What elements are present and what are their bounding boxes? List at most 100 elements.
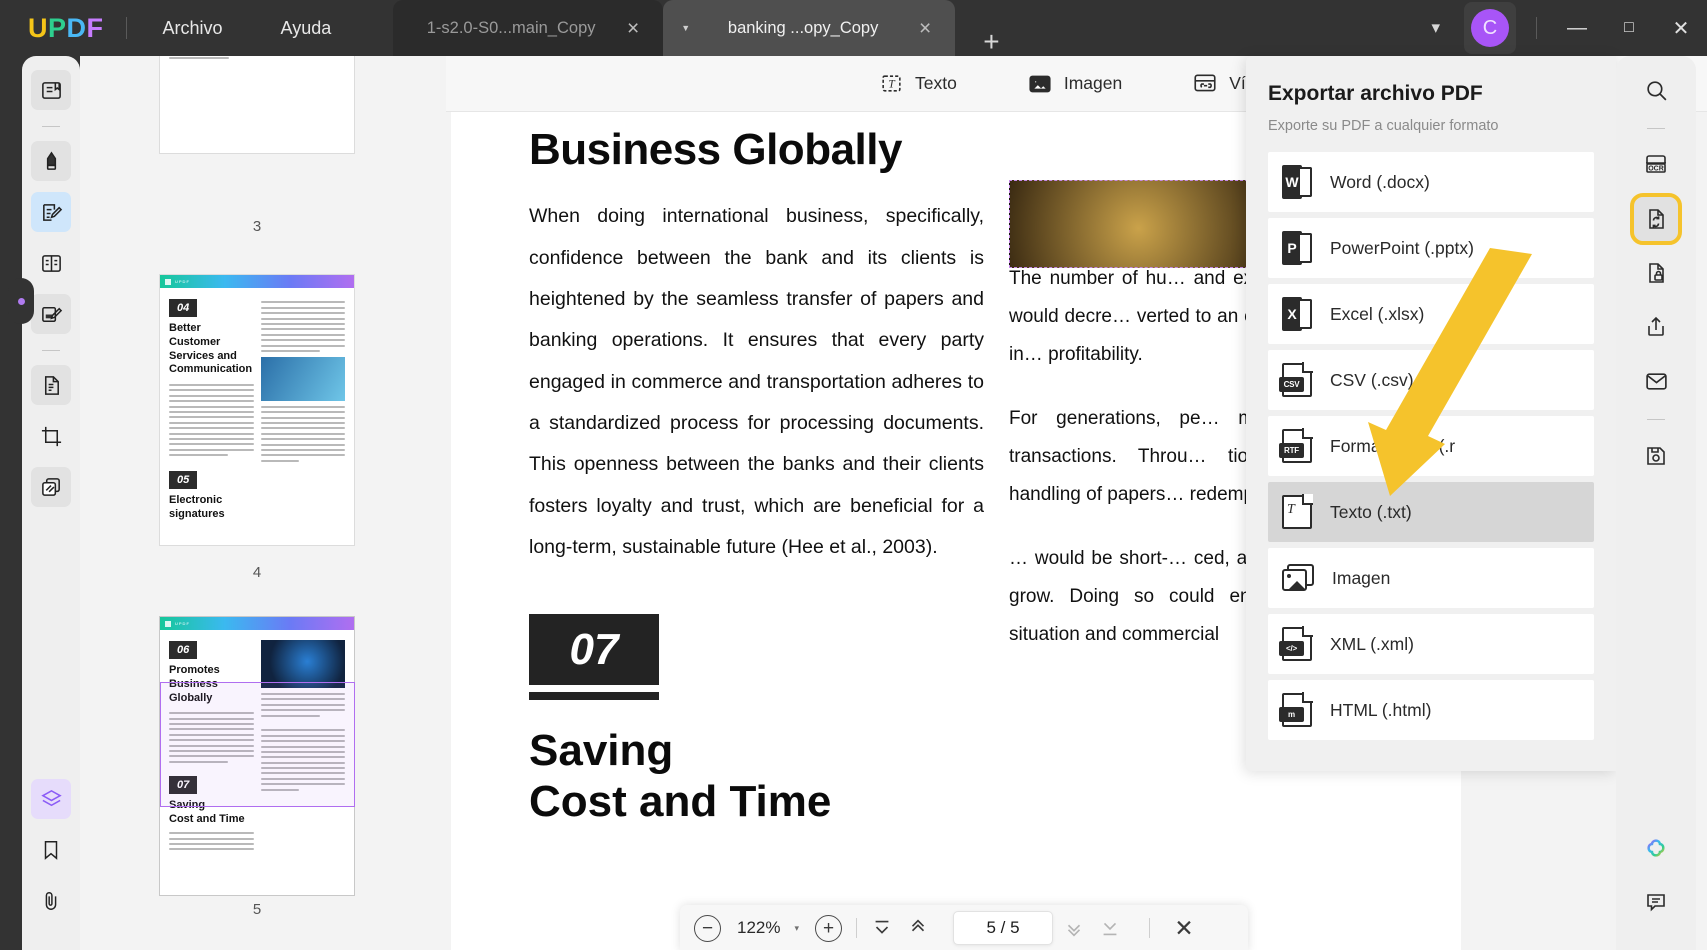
crop-page-icon[interactable] [31, 416, 71, 456]
reader-mode-icon[interactable] [31, 70, 71, 110]
attachment-icon[interactable] [31, 881, 71, 921]
thumbnail-image [261, 357, 346, 401]
html-file-icon: m [1282, 693, 1312, 727]
export-option-label: Word (.docx) [1330, 172, 1430, 193]
export-option-rtf[interactable]: RTF Formato RTF (.r [1268, 416, 1594, 476]
comment-icon[interactable] [1634, 880, 1678, 924]
export-pdf-panel: Exportar archivo PDF Exporte su PDF a cu… [1246, 56, 1616, 771]
export-option-excel[interactable]: X Excel (.xlsx) [1268, 284, 1594, 344]
plus-icon: + [815, 915, 842, 942]
ocr-icon[interactable]: OCR [1634, 143, 1678, 187]
close-window-button[interactable]: ✕ [1655, 16, 1707, 41]
thumbnail-header-band: UPDF [160, 617, 354, 630]
toolbar-divider [856, 918, 857, 938]
export-option-csv[interactable]: CSV CSV (.csv) [1268, 350, 1594, 410]
page-title: Business Globally [529, 126, 984, 174]
title-bar: UPDF Archivo Ayuda 1-s2.0-S0...main_Copy… [0, 0, 1707, 56]
prev-page-icon[interactable] [907, 917, 943, 939]
export-option-label: Formato RTF (.r [1330, 436, 1455, 457]
avatar: C [1471, 9, 1509, 47]
annotate-edit-icon[interactable] [31, 192, 71, 232]
close-icon[interactable]: × [913, 16, 937, 41]
first-page-icon[interactable] [871, 917, 907, 939]
tool-imagen[interactable]: Imagen [1027, 71, 1122, 97]
zoom-toolbar: − 122% ▾ + 5 / 5 [680, 905, 1248, 950]
rail-divider [42, 126, 60, 127]
close-toolbar-button[interactable]: ✕ [1164, 915, 1204, 942]
thumbnail-page-number: 4 [159, 564, 355, 581]
zoom-out-button[interactable]: − [694, 915, 721, 942]
export-option-xml[interactable]: </> XML (.xml) [1268, 614, 1594, 674]
chevron-down-icon[interactable]: ▾ [1413, 10, 1458, 46]
highlight-pen-icon[interactable] [31, 141, 71, 181]
thumbnail-section-number: 05 [169, 471, 197, 489]
text-tool-icon: T [879, 71, 904, 96]
svg-text:OCR: OCR [1648, 166, 1664, 173]
thumbnail-page-number: 3 [159, 218, 355, 235]
rtf-file-icon: RTF [1282, 429, 1312, 463]
export-option-html[interactable]: m HTML (.html) [1268, 680, 1594, 740]
next-page-icon[interactable] [1063, 917, 1099, 939]
zoom-level-label[interactable]: 122% [737, 918, 780, 938]
tab-document-2[interactable]: ▼ banking ...opy_Copy × [663, 0, 955, 56]
csv-file-icon: CSV [1282, 363, 1312, 397]
new-tab-button[interactable]: + [973, 28, 1009, 56]
ai-assistant-icon[interactable] [1634, 826, 1678, 870]
tool-texto[interactable]: T Texto [879, 71, 957, 96]
export-option-texto[interactable]: T Texto (.txt) [1268, 482, 1594, 542]
body-paragraph: When doing international business, speci… [529, 196, 984, 568]
layers-icon[interactable] [31, 779, 71, 819]
updf-logo: UPDF [28, 13, 104, 44]
titlebar-divider [126, 17, 127, 39]
convert-document-icon[interactable] [31, 365, 71, 405]
email-icon[interactable] [1634, 359, 1678, 403]
page-indicator[interactable]: 5 / 5 [953, 911, 1053, 945]
chevron-down-icon[interactable]: ▼ [681, 23, 699, 33]
page-thumbnail-panel[interactable]: (Van Chansapagarn et al. 2010) 3 UPDF [80, 56, 446, 950]
tab-title: 1-s2.0-S0...main_Copy [411, 19, 611, 38]
thumbnail-page-3[interactable]: (Van Chansapagarn et al. 2010) [159, 56, 355, 154]
close-icon[interactable]: × [621, 16, 645, 41]
toolbar-divider [1149, 918, 1150, 938]
export-option-label: Imagen [1332, 568, 1390, 589]
menu-ayuda[interactable]: Ayuda [267, 12, 346, 45]
zoom-in-button[interactable]: + [815, 915, 842, 942]
last-page-icon[interactable] [1099, 917, 1135, 939]
search-icon[interactable] [1634, 68, 1678, 112]
export-option-powerpoint[interactable]: P PowerPoint (.pptx) [1268, 218, 1594, 278]
tool-label: Texto [915, 73, 957, 94]
window-controls: ▾ C — □ ✕ [1413, 0, 1707, 56]
section-heading: SavingCost and Time [529, 726, 984, 827]
panel-subtitle: Exporte su PDF a cualquier formato [1268, 118, 1594, 134]
thumbnail-header-band: UPDF [160, 275, 354, 288]
tab-title: banking ...opy_Copy [703, 19, 903, 38]
export-option-imagen[interactable]: Imagen [1268, 548, 1594, 608]
tool-label: Imagen [1064, 73, 1122, 94]
export-option-word[interactable]: W Word (.docx) [1268, 152, 1594, 212]
thumbnail-image [261, 640, 346, 688]
image-file-icon [1282, 564, 1314, 592]
tab-document-1[interactable]: 1-s2.0-S0...main_Copy × [393, 0, 663, 56]
export-option-label: Texto (.txt) [1330, 502, 1412, 523]
tab-strip: 1-s2.0-S0...main_Copy × ▼ banking ...opy… [393, 0, 1009, 56]
minimize-button[interactable]: — [1551, 17, 1603, 40]
thumbnail-section-title: Electronicsignatures [169, 494, 254, 522]
edit-text-icon[interactable] [31, 294, 71, 334]
left-toolbar [22, 56, 80, 950]
maximize-button[interactable]: □ [1603, 19, 1655, 37]
account-button[interactable]: C [1464, 2, 1516, 54]
save-as-icon[interactable] [1634, 434, 1678, 478]
organize-pages-icon[interactable] [31, 467, 71, 507]
thumbnail-page-4[interactable]: UPDF 04 Better CustomerServices andCommu… [159, 274, 355, 546]
image-tool-icon [1027, 71, 1053, 97]
bookmark-icon[interactable] [31, 830, 71, 870]
protect-pdf-icon[interactable] [1634, 251, 1678, 295]
page-layout-icon[interactable] [31, 243, 71, 283]
link-tool-icon [1192, 71, 1218, 97]
convert-pdf-icon[interactable] [1634, 197, 1678, 241]
panel-collapse-handle[interactable] [8, 278, 34, 324]
export-option-label: HTML (.html) [1330, 700, 1431, 721]
chevron-down-icon[interactable]: ▾ [794, 923, 799, 934]
menu-archivo[interactable]: Archivo [149, 12, 237, 45]
share-icon[interactable] [1634, 305, 1678, 349]
